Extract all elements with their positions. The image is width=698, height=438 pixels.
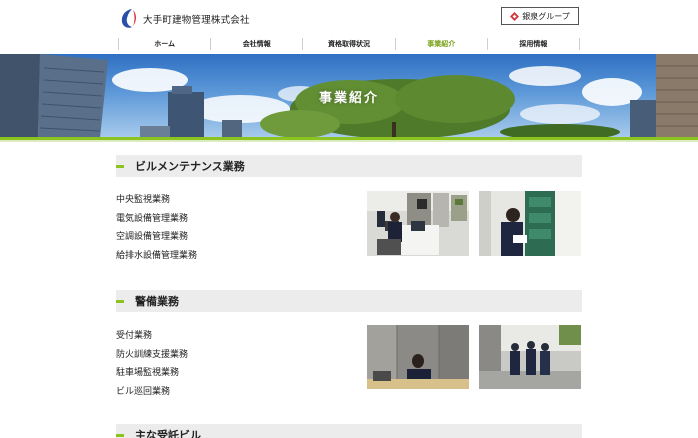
company-logo[interactable]: 大手町建物管理株式会社 <box>119 8 250 30</box>
section-title: ビルメンテナンス業務 <box>135 160 245 173</box>
ginsen-group-button[interactable]: 銀泉グループ <box>501 7 579 25</box>
parking-patrol-photo <box>479 325 581 389</box>
nav-item-business[interactable]: 事業紹介 <box>394 38 487 50</box>
nav-item-home[interactable]: ホーム <box>118 38 210 50</box>
list-item: 駐車場監視業務 <box>116 368 180 379</box>
list-item: 中央監視業務 <box>116 195 171 205</box>
section-heading-bar <box>116 299 124 303</box>
section-heading-managed-buildings: 主な受託ビル <box>116 424 582 438</box>
hero-accent-stripe-light <box>0 140 698 142</box>
list-item: 防火訓練支援業務 <box>116 349 189 360</box>
section-title: 警備業務 <box>135 295 179 308</box>
nav-item-qualifications[interactable]: 資格取得状況 <box>302 38 394 50</box>
list-item: ビル巡回業務 <box>116 387 171 398</box>
nav-item-company[interactable]: 会社情報 <box>210 38 302 50</box>
site-header: 大手町建物管理株式会社 銀泉グループ ホーム 会社情報 資格取得状況 事業紹介 … <box>0 0 698 54</box>
central-monitoring-photo <box>367 191 469 256</box>
global-nav: ホーム 会社情報 資格取得状況 事業紹介 採用情報 <box>118 38 581 50</box>
hero-banner: 事業紹介 <box>0 54 698 138</box>
group-button-label: 銀泉グループ <box>522 11 570 21</box>
list-item: 受付業務 <box>116 331 153 341</box>
list-item: 電気設備管理業務 <box>116 213 189 224</box>
company-name: 大手町建物管理株式会社 <box>143 15 250 26</box>
page-title: 事業紹介 <box>318 91 379 106</box>
section-heading-building-maintenance: ビルメンテナンス業務 <box>116 155 582 177</box>
list-item: 空調設備管理業務 <box>116 232 189 243</box>
building-maintenance-list: 中央監視業務 電気設備管理業務 空調設備管理業務 給排水設備管理業務 <box>116 194 197 269</box>
section-heading-bar <box>116 164 124 168</box>
ginsen-diamond-icon <box>510 11 520 21</box>
company-logo-mark-icon <box>121 9 136 28</box>
security-list: 受付業務 防火訓練支援業務 駐車場監視業務 ビル巡回業務 <box>116 330 188 405</box>
section-title: 主な受託ビル <box>135 429 201 438</box>
reception-photo <box>367 325 469 389</box>
nav-item-recruit[interactable]: 採用情報 <box>486 38 581 50</box>
list-item: 給排水設備管理業務 <box>116 251 198 262</box>
section-heading-bar <box>116 433 124 437</box>
section-heading-security: 警備業務 <box>116 290 582 312</box>
equipment-inspection-photo <box>479 191 581 256</box>
